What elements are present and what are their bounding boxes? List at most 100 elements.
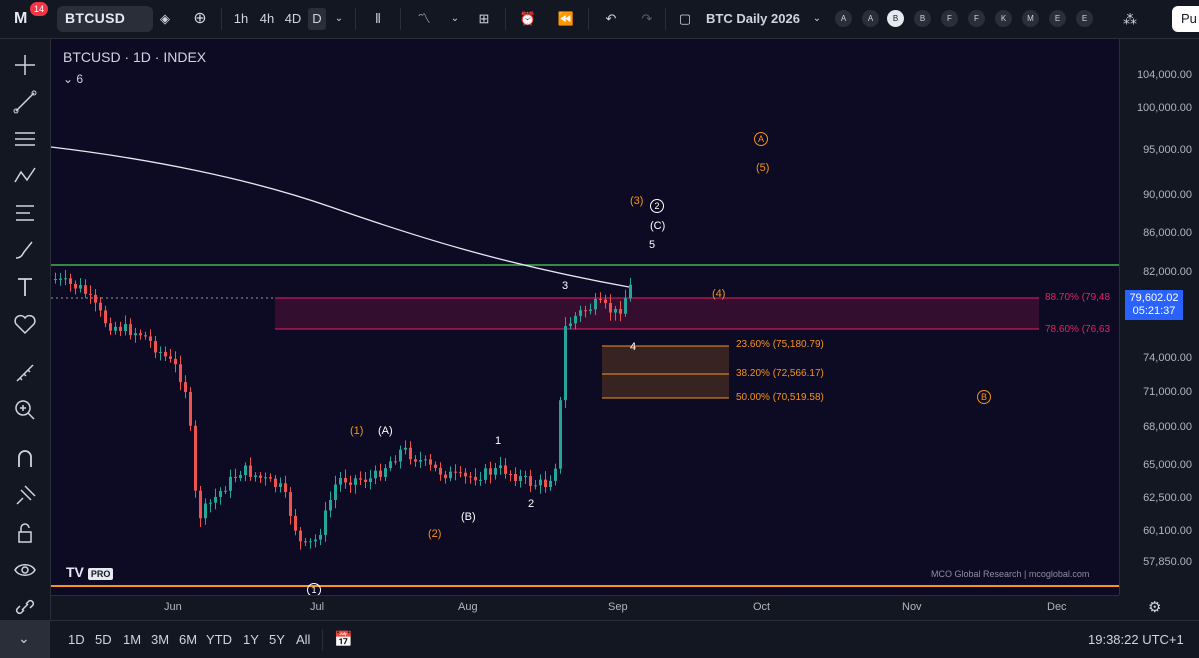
interval-4d[interactable]: 4D <box>282 8 304 30</box>
chart-pane[interactable]: BTCUSD · 1D · INDEX ⌄ 6 A (5) (3) 2 (C) … <box>51 39 1119 595</box>
magnet-icon[interactable] <box>11 445 39 473</box>
wave-label-1-white: 1 <box>495 435 502 447</box>
candles-chart-type-icon[interactable]: ⫴ <box>368 8 388 30</box>
interval-4h[interactable]: 4h <box>256 8 278 30</box>
layout-button-a2[interactable]: A <box>862 10 879 27</box>
templates-icon[interactable]: ⊞ <box>474 8 494 30</box>
indicators-icon[interactable]: 〽 <box>414 8 434 30</box>
range-all[interactable]: All <box>296 632 310 647</box>
favorites-heart-icon[interactable] <box>11 310 39 338</box>
layout-button-f1[interactable]: F <box>941 10 958 27</box>
ruler-icon[interactable] <box>11 359 39 387</box>
candle-body <box>199 490 202 519</box>
brush-icon[interactable] <box>11 236 39 264</box>
time-axis[interactable]: Jun Jul Aug Sep Oct Nov Dec <box>51 595 1119 620</box>
range-1d[interactable]: 1D <box>68 632 85 647</box>
range-3m[interactable]: 3M <box>151 632 169 647</box>
wave-label-3-white: 3 <box>562 280 569 292</box>
patterns-icon[interactable] <box>11 162 39 190</box>
quick-search-icon[interactable]: ⁂ <box>1118 8 1142 30</box>
crosshair-icon[interactable] <box>11 51 39 79</box>
clock-timezone[interactable]: 19:38:22 UTC+1 <box>1088 632 1184 647</box>
candle-body <box>519 476 522 482</box>
layout-button-e2[interactable]: E <box>1076 10 1093 27</box>
range-ytd[interactable]: YTD <box>206 632 232 647</box>
candle-body <box>249 465 252 477</box>
indicator-toggle[interactable]: ⌄ 6 <box>63 72 83 86</box>
fib-retracement-icon[interactable] <box>11 125 39 153</box>
candle-body <box>499 465 502 469</box>
wave-label-5-orange: (5) <box>756 162 770 174</box>
alert-icon[interactable]: ⏰ <box>518 8 538 30</box>
range-5y[interactable]: 5Y <box>269 632 285 647</box>
candle-body <box>114 326 117 331</box>
compare-add-icon[interactable]: ⊕ <box>190 8 210 30</box>
indicators-chevron-icon[interactable]: ⌄ <box>448 8 462 30</box>
layout-button-b1[interactable]: B <box>887 10 904 27</box>
candle-body <box>359 478 362 480</box>
layout-button-m[interactable]: M <box>1022 10 1039 27</box>
layout-icon[interactable]: ▢ <box>676 8 694 30</box>
range-1m[interactable]: 1M <box>123 632 141 647</box>
interval-d[interactable]: D <box>308 8 326 30</box>
symbol-info-icon[interactable]: ◈ <box>156 8 174 30</box>
moving-average-line <box>51 146 630 288</box>
undo-icon[interactable]: ↶ <box>602 8 620 30</box>
goto-date-icon[interactable]: 📅 <box>334 630 353 648</box>
price-axis-label: 82,000.00 <box>1143 266 1192 278</box>
candle-body <box>274 478 277 487</box>
candle-body <box>139 333 142 336</box>
symbol-search-button[interactable]: BTCUSD <box>57 6 153 32</box>
layout-button-k[interactable]: K <box>995 10 1012 27</box>
price-axis-label: 60,100.00 <box>1143 525 1192 537</box>
text-tool-icon[interactable] <box>11 273 39 301</box>
candle-body <box>319 534 322 540</box>
tradingview-logo-icon[interactable]: M <box>14 10 27 28</box>
redo-icon[interactable]: ↷ <box>638 8 656 30</box>
candle-body <box>234 476 237 478</box>
link-icon[interactable] <box>11 593 39 621</box>
candle-body <box>339 477 342 485</box>
price-axis-label: 57,850.00 <box>1143 556 1192 568</box>
layout-button-f2[interactable]: F <box>968 10 985 27</box>
candle-body <box>419 460 422 462</box>
candle-body <box>544 479 547 488</box>
candle-body <box>434 464 437 468</box>
candle-body <box>334 484 337 500</box>
lock-icon[interactable] <box>11 519 39 547</box>
range-6m[interactable]: 6M <box>179 632 197 647</box>
candle-body <box>279 483 282 487</box>
layout-button-e1[interactable]: E <box>1049 10 1066 27</box>
layout-button-a1[interactable]: A <box>835 10 852 27</box>
range-1y[interactable]: 1Y <box>243 632 259 647</box>
candle-body <box>579 310 582 316</box>
candle-body <box>214 496 217 503</box>
time-axis-label: Sep <box>608 601 628 613</box>
candle-body <box>414 459 417 462</box>
time-axis-label: Jun <box>164 601 182 613</box>
stay-in-drawing-mode-icon[interactable] <box>11 482 39 510</box>
publish-button[interactable]: Pu <box>1172 6 1199 32</box>
interval-dropdown-chevron-icon[interactable]: ⌄ <box>332 8 346 30</box>
trendline-icon[interactable] <box>11 88 39 116</box>
layout-chevron-icon[interactable]: ⌄ <box>810 8 824 30</box>
candle-body <box>389 461 392 469</box>
layout-button-b2[interactable]: B <box>914 10 931 27</box>
chart-settings-gear-icon[interactable]: ⚙ <box>1148 598 1161 616</box>
candle-body <box>489 468 492 475</box>
zoom-in-icon[interactable] <box>11 396 39 424</box>
layout-name[interactable]: BTC Daily 2026 <box>706 8 802 30</box>
candle-body <box>529 475 532 486</box>
candle-body <box>409 447 412 460</box>
candle-body <box>604 299 607 304</box>
range-5d[interactable]: 5D <box>95 632 112 647</box>
eye-icon[interactable] <box>11 556 39 584</box>
collapse-panel-button[interactable]: ⌄ <box>0 621 50 658</box>
candle-body <box>424 459 427 461</box>
candle-body <box>169 356 172 359</box>
candle-body <box>374 470 377 479</box>
forecasting-icon[interactable] <box>11 199 39 227</box>
replay-icon[interactable]: ⏪ <box>556 8 576 30</box>
author-watermark: MCO Global Research | mcoglobal.com <box>931 569 1090 579</box>
interval-1h[interactable]: 1h <box>230 8 252 30</box>
